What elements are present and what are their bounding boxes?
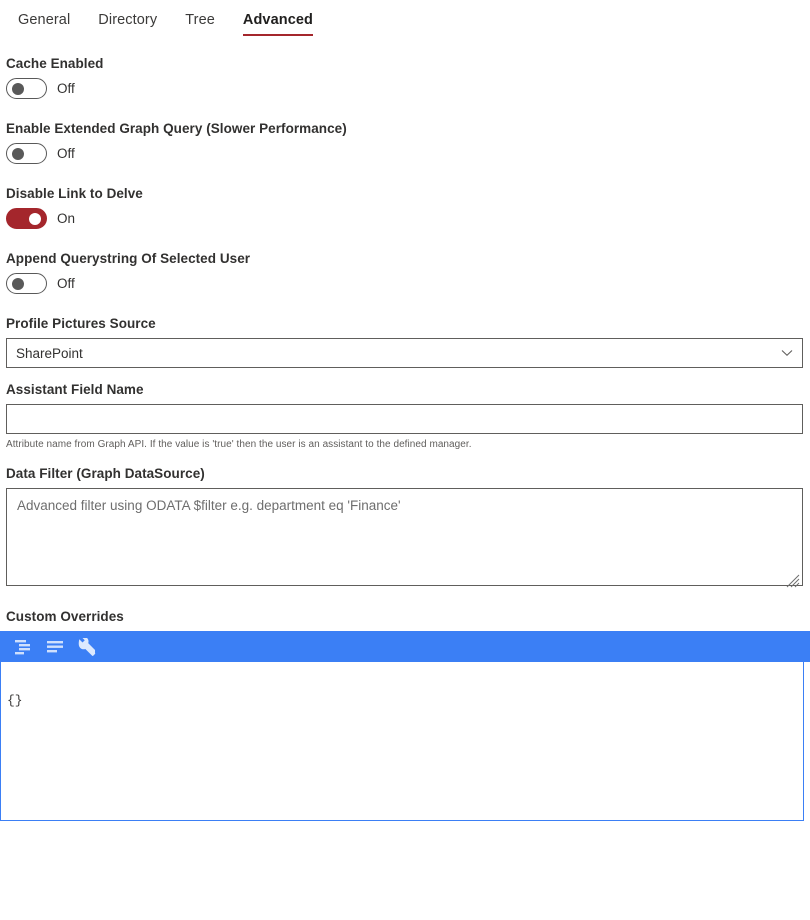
toggle-disable-link-to-delve[interactable] <box>6 208 47 229</box>
tab-directory[interactable]: Directory <box>84 6 171 38</box>
format-indent-icon[interactable] <box>14 639 33 655</box>
toggle-knob <box>29 213 41 225</box>
custom-overrides-label: Custom Overrides <box>6 609 124 624</box>
field-label: Append Querystring Of Selected User <box>6 251 251 266</box>
toggle-state-label: Off <box>57 276 75 291</box>
field-disable-link-to-delve: Disable Link to Delve On <box>6 186 802 229</box>
field-data-filter: Data Filter (Graph DataSource) <box>6 466 803 591</box>
tab-bar: General Directory Tree Advanced <box>0 0 810 38</box>
toggle-state-label: Off <box>57 81 75 96</box>
toggle-row: On <box>6 208 802 229</box>
toggle-state-label: Off <box>57 146 75 161</box>
select-wrapper: SharePoint <box>6 338 803 368</box>
toggle-knob <box>12 278 24 290</box>
assistant-field-name-input[interactable] <box>6 404 803 434</box>
toggle-row: Off <box>6 273 802 294</box>
tab-advanced[interactable]: Advanced <box>229 6 327 38</box>
tab-label: General <box>18 12 71 28</box>
tab-label: Advanced <box>242 12 314 28</box>
toggle-cache-enabled[interactable] <box>6 78 47 99</box>
field-label: Assistant Field Name <box>6 382 144 397</box>
field-label: Data Filter (Graph DataSource) <box>6 466 205 481</box>
field-label: Cache Enabled <box>6 56 104 71</box>
data-filter-textarea[interactable] <box>6 488 803 586</box>
tab-label: Directory <box>98 12 158 28</box>
toggle-state-label: On <box>57 211 76 226</box>
toggle-append-querystring[interactable] <box>6 273 47 294</box>
select-value: SharePoint <box>16 345 83 361</box>
field-label: Disable Link to Delve <box>6 186 143 201</box>
field-custom-overrides: Custom Overrides <box>6 609 802 624</box>
field-label: Enable Extended Graph Query (Slower Perf… <box>6 121 347 136</box>
profile-pictures-source-select[interactable]: SharePoint <box>6 338 803 368</box>
assistant-field-helper-text: Attribute name from Graph API. If the va… <box>6 439 472 450</box>
field-append-querystring: Append Querystring Of Selected User Off <box>6 251 802 294</box>
custom-overrides-editor: {} <box>0 631 810 821</box>
tab-general[interactable]: General <box>4 6 84 38</box>
textarea-wrapper <box>6 488 803 591</box>
field-assistant-field-name: Assistant Field Name Attribute name from… <box>6 382 803 450</box>
tab-label: Tree <box>185 12 215 28</box>
toggle-row: Off <box>6 78 802 99</box>
toggle-extended-graph-query[interactable] <box>6 143 47 164</box>
field-cache-enabled: Cache Enabled Off <box>6 56 802 99</box>
tab-tree[interactable]: Tree <box>171 6 229 38</box>
settings-form: Cache Enabled Off Enable Extended Graph … <box>0 38 810 624</box>
toggle-knob <box>12 83 24 95</box>
toggle-knob <box>12 148 24 160</box>
toggle-row: Off <box>6 143 802 164</box>
field-extended-graph-query: Enable Extended Graph Query (Slower Perf… <box>6 121 802 164</box>
field-profile-pictures-source: Profile Pictures Source SharePoint <box>6 316 803 368</box>
align-left-icon[interactable] <box>46 640 65 654</box>
editor-toolbar <box>0 631 810 662</box>
field-label: Profile Pictures Source <box>6 316 156 331</box>
wrench-icon[interactable] <box>78 637 96 656</box>
code-line: {} <box>7 693 23 708</box>
code-editor-content[interactable]: {} <box>0 662 804 821</box>
